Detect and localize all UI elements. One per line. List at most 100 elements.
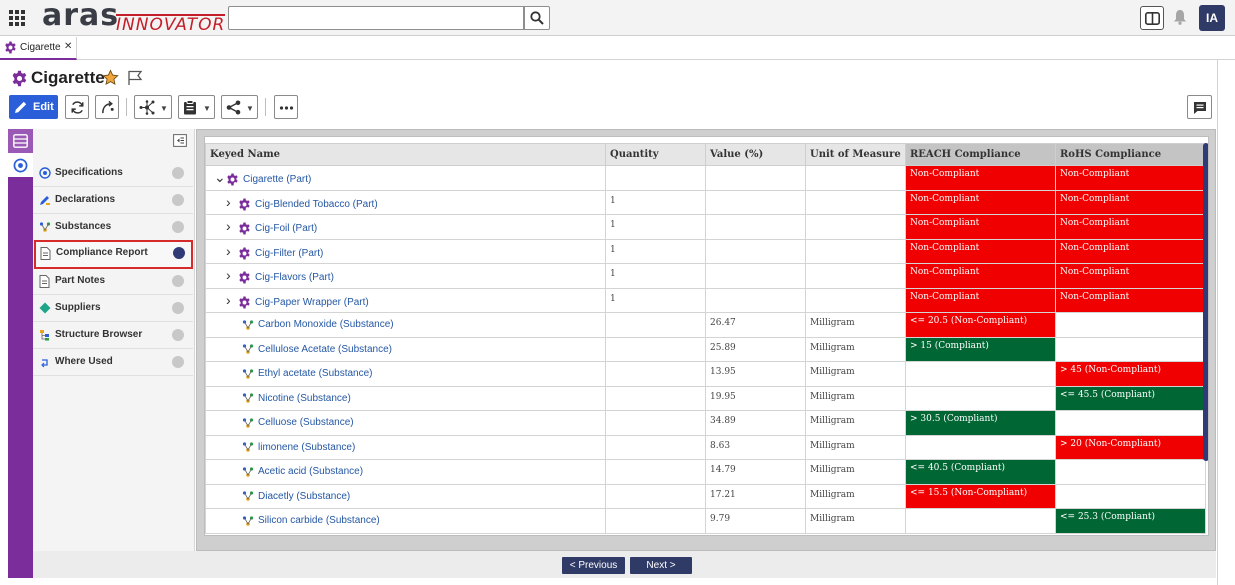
table-row[interactable]: Silicon carbide (Substance) 9.79 Milligram… [205,508,1206,534]
cell-keyed-name: Diacetly (Substance) [205,483,606,509]
item-link[interactable]: Cig-Blended Tobacco (Part) [255,199,378,210]
part-gear-icon [239,198,250,211]
column-header-value[interactable]: Value (%) [705,143,806,166]
cell-reach-compliance: Non-Compliant [905,287,1056,313]
item-link[interactable]: Acetic acid (Substance) [258,466,363,477]
structure-menu-button[interactable]: ▼ [134,95,172,119]
comment-icon [1194,102,1206,114]
right-edge [1217,60,1235,585]
table-row[interactable]: › Cig-Flavors (Part) 1 Non-Compliant Non-Com… [205,263,1206,289]
table-row[interactable]: › Cig-Filter (Part) 1 Non-Compliant Non-Comp… [205,238,1206,264]
chevron-right-icon[interactable]: › [226,218,238,234]
table-row[interactable]: Carbon Monoxide (Substance) 26.47 Milligra… [205,312,1206,338]
reports-menu-button[interactable]: ▼ [178,95,215,119]
relationships-view-toggle[interactable] [8,153,33,177]
chevron-right-icon[interactable]: › [226,292,238,308]
table-row[interactable]: Ethyl acetate (Substance) 13.95 Milligram >… [205,361,1206,387]
item-link[interactable]: Cellulose Acetate (Substance) [258,344,392,355]
collapse-sidebar-icon[interactable] [173,134,187,147]
column-header-keyed-name[interactable]: Keyed Name [205,143,606,166]
edit-button[interactable]: Edit [9,95,58,119]
item-link[interactable]: Silicon carbide (Substance) [258,515,380,526]
substance-icon [242,393,254,404]
item-link[interactable]: Cig-Foil (Part) [255,223,317,234]
where-used-icon [41,359,48,368]
table-row[interactable]: limonene (Substance) 8.63 Milligram > 20 (N… [205,434,1206,460]
table-row[interactable]: Cellulose Acetate (Substance) 25.89 Millig… [205,336,1206,362]
cell-reach-compliance: <= 40.5 (Compliant) [905,459,1056,485]
column-header-quantity[interactable]: Quantity [605,143,706,166]
item-link[interactable]: Ethyl acetate (Substance) [258,368,373,379]
share-menu-button[interactable]: ▼ [221,95,258,119]
grid-header-row: Keyed Name Quantity Value (%) Unit of Me… [205,143,1206,166]
item-link[interactable]: Cig-Filter (Part) [255,248,323,259]
table-row[interactable]: › Cig-Blended Tobacco (Part) 1 Non-Complian… [205,189,1206,215]
table-row[interactable]: ⌄ Cigarette (Part) Non-Compliant Non-Compli… [205,165,1206,191]
sidebar-item-substances[interactable]: Substances [33,214,193,241]
table-row[interactable]: Diacetly (Substance) 17.21 Milligram <= 15.… [205,483,1206,509]
sidebar-item-specifications[interactable]: Specifications [33,160,193,187]
item-link[interactable]: Cigarette (Part) [243,174,311,185]
previous-button[interactable]: < Previous [562,557,625,574]
search-button[interactable] [524,6,550,30]
cell-keyed-name: › Cig-Paper Wrapper (Part) [205,287,606,313]
cell-quantity: 1 [605,287,706,313]
next-button[interactable]: Next > [630,557,692,574]
sidebar-item-structure-browser[interactable]: Structure Browser [33,322,193,349]
layout-toggle-button[interactable] [1140,6,1164,30]
tab-cigarette[interactable]: Cigarette ✕ [0,37,77,60]
cell-value: 25.89 [705,336,806,362]
sidebar-item-where-used[interactable]: Where Used [33,349,193,376]
promote-button[interactable] [95,95,119,119]
cell-unit: Milligram [805,508,906,534]
column-header-unit[interactable]: Unit of Measure [805,143,906,166]
apps-grid-icon[interactable] [9,10,25,26]
cell-value: 14.79 [705,459,806,485]
cell-reach-compliance: Non-Compliant [905,165,1056,191]
cell-rohs-compliance: Non-Compliant [1055,214,1206,240]
cell-value [705,189,806,215]
item-link[interactable]: limonene (Substance) [258,442,355,453]
sidebar-item-declarations[interactable]: Declarations [33,187,193,214]
search-input[interactable] [228,6,524,30]
column-header-rohs[interactable]: RoHS Compliance [1055,143,1206,166]
form-view-toggle[interactable] [8,129,33,153]
table-row[interactable]: › Cig-Foil (Part) 1 Non-Compliant Non-Compli… [205,214,1206,240]
sidebar-item-part-notes[interactable]: Part Notes [33,268,193,295]
cell-unit [805,214,906,240]
sidebar-item-compliance-report[interactable]: Compliance Report [34,240,193,269]
favorite-star-icon[interactable] [102,69,119,86]
chevron-right-icon[interactable]: › [226,243,238,259]
bell-icon[interactable] [1173,9,1187,25]
cell-rohs-compliance: Non-Compliant [1055,287,1206,313]
chevron-right-icon[interactable]: › [226,267,238,283]
cell-rohs-compliance: Non-Compliant [1055,189,1206,215]
item-link[interactable]: Celluose (Substance) [258,417,354,428]
item-link[interactable]: Cig-Paper Wrapper (Part) [255,297,369,308]
vertical-scrollbar[interactable] [1203,143,1208,461]
table-row[interactable]: › Cig-Paper Wrapper (Part) 1 Non-Compliant N… [205,287,1206,313]
document-icon [40,247,51,260]
item-link[interactable]: Cig-Flavors (Part) [255,272,334,283]
table-row[interactable]: Nicotine (Substance) 19.95 Milligram <= 45.… [205,385,1206,411]
cell-keyed-name: Silicon carbide (Substance) [205,508,606,534]
cell-quantity [605,410,706,436]
item-link[interactable]: Carbon Monoxide (Substance) [258,319,394,330]
more-actions-button[interactable] [274,95,298,119]
chevron-right-icon[interactable]: › [226,194,238,210]
substance-icon [242,516,254,526]
refresh-button[interactable] [65,95,89,119]
chevron-down-icon[interactable]: ⌄ [214,169,226,186]
tab-close-icon[interactable]: ✕ [64,41,72,52]
table-row[interactable]: Celluose (Substance) 34.89 Milligram > 30.5… [205,410,1206,436]
sidebar-item-suppliers[interactable]: Suppliers [33,295,193,322]
discussion-button[interactable] [1187,95,1212,119]
table-row[interactable]: Acetic acid (Substance) 14.79 Milligram <= … [205,459,1206,485]
user-avatar[interactable]: IA [1199,5,1225,31]
flag-icon[interactable] [127,70,143,86]
item-link[interactable]: Diacetly (Substance) [258,491,350,502]
column-header-reach[interactable]: REACH Compliance [905,143,1056,166]
cell-unit: Milligram [805,312,906,338]
item-link[interactable]: Nicotine (Substance) [258,393,351,404]
status-dot [172,356,184,368]
